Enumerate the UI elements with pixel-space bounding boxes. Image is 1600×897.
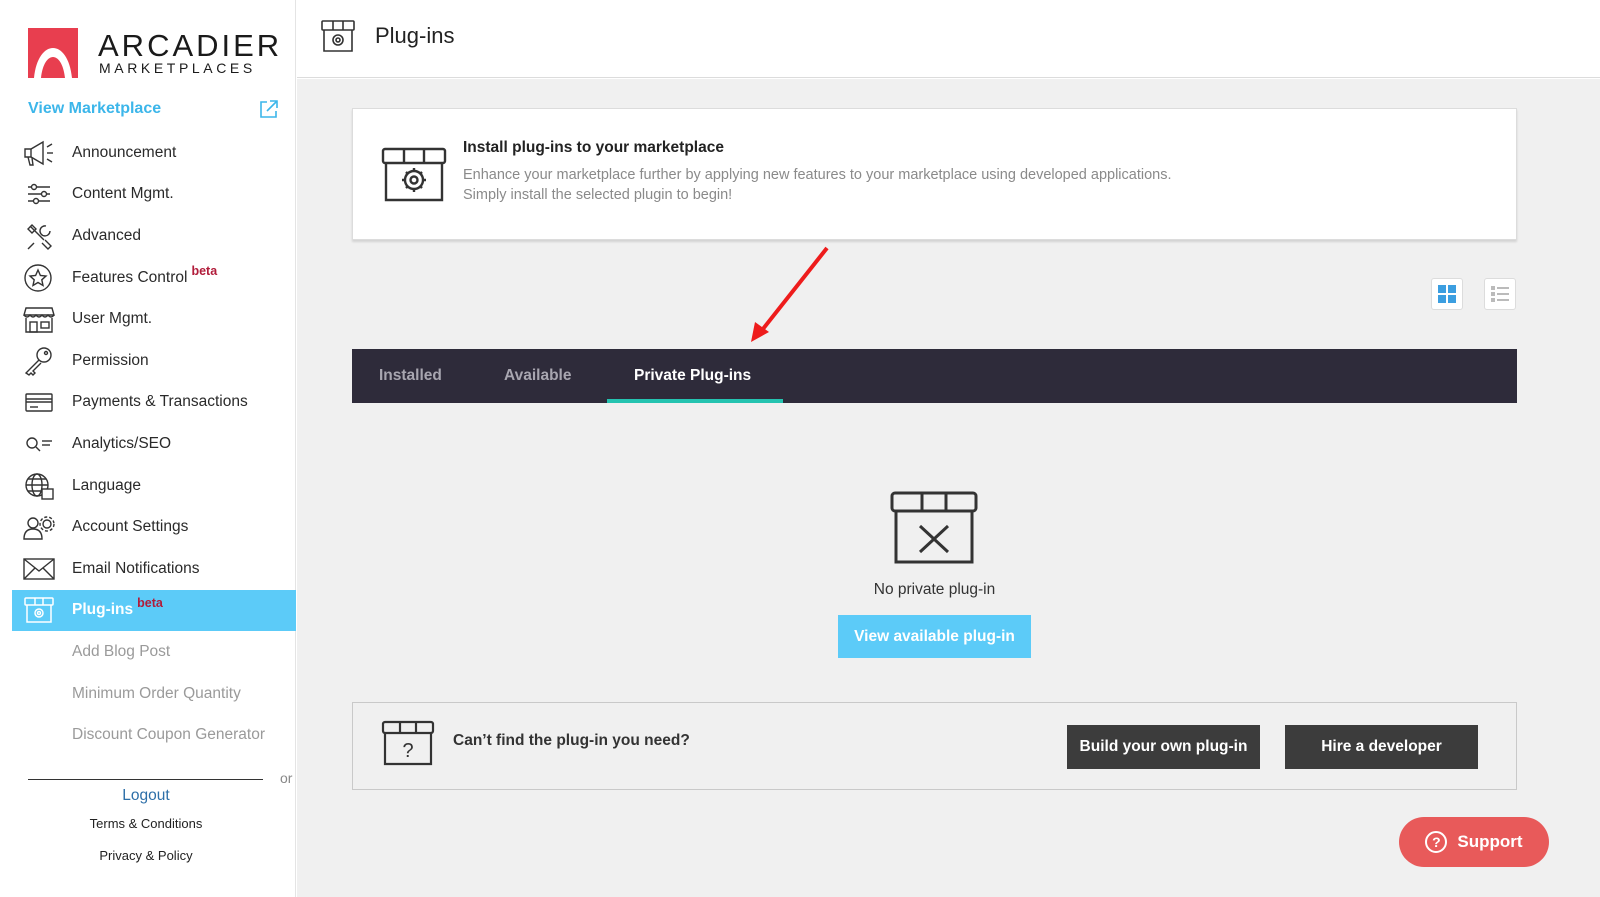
- top-bar: Plug-ins: [297, 0, 1600, 78]
- sidebar-subitem-discount-coupon-generator[interactable]: Discount Coupon Generator: [12, 714, 296, 756]
- sidebar-menu: Announcement Content Mgmt. Advanced Feat…: [12, 132, 296, 756]
- sidebar-subitem-add-blog-post[interactable]: Add Blog Post: [12, 631, 296, 673]
- plugin-box-icon: [321, 20, 355, 52]
- grid-view-button[interactable]: [1431, 278, 1463, 310]
- sidebar-item-email-notifications[interactable]: Email Notifications: [12, 548, 296, 590]
- view-marketplace-link[interactable]: View Marketplace: [28, 100, 161, 118]
- sidebar-item-features-control[interactable]: Features Control beta: [12, 257, 296, 299]
- sidebar-item-account-settings[interactable]: Account Settings: [12, 506, 296, 548]
- sidebar: ARCADIER MARKETPLACES View Marketplace A…: [0, 0, 296, 897]
- search-list-icon: [26, 437, 52, 452]
- sidebar-item-label: User Mgmt.: [72, 310, 153, 328]
- tab-available[interactable]: Available: [504, 349, 572, 403]
- sliders-icon: [28, 184, 50, 205]
- build-your-own-plugin-button[interactable]: Build your own plug-in: [1067, 725, 1260, 769]
- sidebar-item-label: Features Control: [72, 268, 188, 286]
- sidebar-divider: [28, 779, 263, 780]
- plugin-tabs: Installed Available Private Plug-ins: [352, 349, 1517, 403]
- tab-installed[interactable]: Installed: [379, 349, 442, 403]
- svg-text:?: ?: [402, 740, 413, 762]
- active-tab-indicator: [607, 399, 783, 403]
- sidebar-item-analytics-seo[interactable]: Analytics/SEO: [12, 423, 296, 465]
- sidebar-subitem-minimum-order-quantity[interactable]: Minimum Order Quantity: [12, 673, 296, 715]
- brand-subtitle: MARKETPLACES: [99, 60, 256, 76]
- hire-a-developer-button[interactable]: Hire a developer: [1285, 725, 1478, 769]
- sidebar-item-label: Announcement: [72, 143, 177, 161]
- sidebar-item-advanced[interactable]: Advanced: [12, 215, 296, 257]
- support-button[interactable]: ? Support: [1399, 817, 1549, 867]
- grid-view-icon: [1438, 285, 1456, 303]
- tab-private-plug-ins[interactable]: Private Plug-ins: [634, 349, 751, 403]
- sidebar-item-language[interactable]: Language: [12, 465, 296, 507]
- install-info-card: Install plug-ins to your marketplace Enh…: [352, 108, 1517, 240]
- star-icon: [24, 263, 52, 292]
- globe-icon: [25, 472, 54, 500]
- list-view-button[interactable]: [1484, 278, 1516, 310]
- key-icon: [24, 347, 52, 376]
- divider-text: or: [280, 770, 293, 786]
- external-link-icon[interactable]: [258, 98, 280, 120]
- question-box-icon: ?: [381, 720, 435, 766]
- beta-badge: beta: [191, 263, 218, 278]
- cant-find-text: Can’t find the plug-in you need?: [453, 732, 690, 749]
- plugin-box-icon: [24, 597, 54, 624]
- logout-link[interactable]: Logout: [0, 787, 292, 805]
- beta-badge: beta: [137, 596, 163, 611]
- install-card-description: Enhance your marketplace further by appl…: [463, 167, 1172, 183]
- empty-state-text: No private plug-in: [873, 581, 996, 598]
- sidebar-item-announcement[interactable]: Announcement: [12, 132, 296, 174]
- megaphone-icon: [24, 140, 53, 166]
- sidebar-item-permission[interactable]: Permission: [12, 340, 296, 382]
- sidebar-item-payments-transactions[interactable]: Payments & Transactions: [12, 382, 296, 424]
- sidebar-item-content-mgmt[interactable]: Content Mgmt.: [12, 174, 296, 216]
- users-gear-icon: [23, 516, 55, 540]
- tools-icon: [27, 223, 52, 250]
- sidebar-item-label: Language: [72, 476, 141, 494]
- sidebar-item-label: Analytics/SEO: [72, 434, 172, 452]
- sidebar-item-plug-ins[interactable]: Plug-ins beta: [12, 589, 296, 632]
- page-title: Plug-ins: [375, 23, 455, 48]
- empty-box-x-icon: [890, 491, 978, 564]
- install-card-title: Install plug-ins to your marketplace: [463, 139, 724, 156]
- sidebar-item-label: Plug-ins: [72, 601, 134, 619]
- sidebar-item-label: Content Mgmt.: [72, 185, 174, 203]
- envelope-icon: [23, 558, 55, 580]
- view-available-plugin-button[interactable]: View available plug-in: [838, 615, 1031, 658]
- privacy-link[interactable]: Privacy & Policy: [0, 848, 292, 863]
- sidebar-item-label: Email Notifications: [72, 559, 200, 577]
- plugin-box-icon: [381, 147, 447, 202]
- install-card-description: Simply install the selected plugin to be…: [463, 187, 733, 203]
- storefront-icon: [23, 307, 55, 333]
- sidebar-item-label: Account Settings: [72, 518, 189, 536]
- sidebar-item-label: Payments & Transactions: [72, 393, 248, 411]
- cant-find-card: ? Can’t find the plug-in you need? Build…: [352, 702, 1517, 790]
- list-view-icon: [1491, 286, 1509, 302]
- terms-link[interactable]: Terms & Conditions: [0, 816, 292, 831]
- help-circle-icon: ?: [1425, 831, 1448, 853]
- brand-name: ARCADIER: [98, 28, 283, 63]
- main-content: Install plug-ins to your marketplace Enh…: [297, 79, 1600, 897]
- arcadier-logo[interactable]: ARCADIER MARKETPLACES: [28, 26, 279, 78]
- sidebar-item-label: Advanced: [72, 226, 141, 244]
- sidebar-item-label: Permission: [72, 351, 149, 369]
- support-label: Support: [1457, 832, 1523, 851]
- sidebar-item-user-mgmt[interactable]: User Mgmt.: [12, 298, 296, 340]
- arcadier-logo-mark-icon: [28, 28, 78, 78]
- card-icon: [25, 393, 53, 413]
- red-annotation-arrow-icon: [751, 246, 829, 342]
